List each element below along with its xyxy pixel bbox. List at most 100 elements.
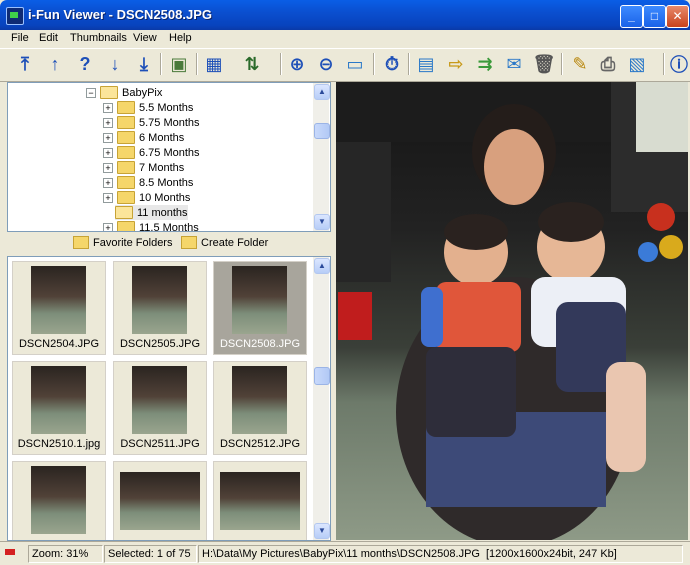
thumbnail-item[interactable]: DSCN2505.JPG bbox=[113, 261, 207, 355]
tree-node[interactable]: + 11.5 Months bbox=[103, 220, 199, 231]
status-zoom: Zoom: 31% bbox=[28, 545, 103, 563]
full-screen-icon[interactable]: ▤ bbox=[414, 52, 438, 76]
menu-edit[interactable]: Edit bbox=[39, 32, 58, 44]
thumbnail-item[interactable]: DSCN2504.JPG bbox=[12, 261, 106, 355]
thumbnail-item-selected[interactable]: DSCN2508.JPG bbox=[213, 261, 307, 355]
thumbnail-item[interactable] bbox=[213, 461, 307, 540]
window-title: i-Fun Viewer - DSCN2508.JPG bbox=[28, 7, 212, 22]
thumbnail-item[interactable]: DSCN2512.JPG bbox=[213, 361, 307, 455]
tree-node[interactable]: + 10 Months bbox=[103, 190, 190, 205]
view-mode-icon[interactable]: ▦ bbox=[202, 52, 226, 76]
help-icon[interactable]: ? bbox=[73, 52, 97, 76]
collapse-icon[interactable]: − bbox=[86, 87, 96, 98]
expand-icon[interactable]: + bbox=[103, 177, 113, 188]
menu-bar: File Edit Thumbnails View Help bbox=[0, 30, 690, 48]
tree-node[interactable]: + 6 Months bbox=[103, 130, 184, 145]
tree-scrollbar[interactable]: ▲ ▼ bbox=[313, 83, 330, 231]
maximize-icon[interactable]: □ bbox=[643, 5, 666, 28]
tree-node[interactable]: + 6.75 Months bbox=[103, 145, 200, 160]
expand-icon[interactable]: + bbox=[103, 192, 113, 203]
scroll-thumb[interactable] bbox=[314, 367, 330, 385]
thumbnail-image bbox=[132, 366, 187, 434]
menu-help[interactable]: Help bbox=[169, 32, 192, 44]
folder-open-icon bbox=[100, 86, 118, 99]
toolbar-separator bbox=[561, 53, 563, 75]
toolbar-separator bbox=[663, 53, 665, 75]
create-folder-button[interactable]: Create Folder bbox=[181, 236, 268, 249]
zoom-out-icon[interactable]: ⊖ bbox=[314, 52, 338, 76]
scroll-up-icon[interactable]: ▲ bbox=[314, 84, 330, 100]
expand-icon[interactable]: + bbox=[103, 222, 113, 231]
tree-node[interactable]: + 5.75 Months bbox=[103, 115, 200, 130]
thumbnail-item[interactable] bbox=[12, 461, 106, 540]
first-image-icon[interactable]: ⤒ bbox=[13, 52, 37, 76]
status-file-info: H:\Data\My Pictures\BabyPix\11 months\DS… bbox=[198, 545, 683, 563]
zoom-in-icon[interactable]: ⊕ bbox=[285, 52, 309, 76]
wallpaper-icon[interactable]: ▧ bbox=[625, 52, 649, 76]
expand-icon[interactable]: + bbox=[103, 147, 113, 158]
thumbnail-scrollbar[interactable]: ▲ ▼ bbox=[313, 257, 330, 540]
expand-icon[interactable]: + bbox=[103, 162, 113, 173]
create-folder-label: Create Folder bbox=[201, 236, 269, 249]
scroll-down-icon[interactable]: ▼ bbox=[314, 214, 330, 230]
scroll-thumb[interactable] bbox=[314, 123, 330, 139]
tree-node[interactable]: + 7 Months bbox=[103, 160, 184, 175]
close-icon[interactable]: ✕ bbox=[666, 5, 689, 28]
thumbnail-label: DSCN2505.JPG bbox=[119, 338, 201, 350]
email-icon[interactable]: ✉ bbox=[502, 52, 526, 76]
thumbnail-label: DSCN2508.JPG bbox=[219, 338, 301, 350]
next-image-icon[interactable]: ↓ bbox=[103, 52, 127, 76]
favorite-folder-icon bbox=[73, 236, 89, 249]
move-icon[interactable]: ⇨ bbox=[444, 52, 468, 76]
new-folder-icon bbox=[181, 236, 197, 249]
thumbnail-label: DSCN2504.JPG bbox=[18, 338, 100, 350]
thumbnail-item[interactable]: DSCN2511.JPG bbox=[113, 361, 207, 455]
thumbnail-item[interactable]: DSCN2510.1.jpg bbox=[12, 361, 106, 455]
edit-icon[interactable]: ✎ bbox=[568, 52, 592, 76]
image-preview[interactable] bbox=[336, 82, 688, 540]
fit-window-icon[interactable]: ▭ bbox=[343, 52, 367, 76]
toolbar-separator bbox=[408, 53, 410, 75]
tree-label: 8.5 Months bbox=[139, 176, 194, 189]
expand-icon[interactable]: + bbox=[103, 102, 113, 113]
previous-image-icon[interactable]: ↑ bbox=[43, 52, 67, 76]
thumbnail-item[interactable] bbox=[113, 461, 207, 540]
toolbar-separator bbox=[160, 53, 162, 75]
tree-label: 5.75 Months bbox=[139, 116, 200, 129]
menu-thumbnails[interactable]: Thumbnails bbox=[70, 32, 127, 44]
slideshow-icon[interactable]: ▣ bbox=[167, 52, 191, 76]
thumbnail-grid: DSCN2504.JPG DSCN2505.JPG DSCN2508.JPG D… bbox=[7, 256, 331, 541]
about-icon[interactable]: ⓘ bbox=[667, 52, 690, 76]
folder-icon bbox=[117, 221, 135, 231]
minimize-icon[interactable]: _ bbox=[620, 5, 643, 28]
folder-action-bar: Favorite Folders Create Folder bbox=[7, 232, 329, 254]
delete-icon[interactable]: 🗑 bbox=[532, 52, 556, 76]
tree-label: 7 Months bbox=[139, 161, 185, 174]
folder-icon bbox=[117, 176, 135, 189]
tree-node-selected[interactable]: 11 months bbox=[115, 205, 188, 220]
expand-icon[interactable]: + bbox=[103, 117, 113, 128]
tree-node-root[interactable]: − BabyPix bbox=[86, 85, 162, 100]
print-icon[interactable]: ⎙ bbox=[596, 52, 620, 76]
folder-icon bbox=[117, 161, 135, 174]
menu-file[interactable]: File bbox=[11, 32, 29, 44]
app-icon bbox=[6, 7, 24, 25]
tree-node[interactable]: + 8.5 Months bbox=[103, 175, 193, 190]
status-image-info: [1200x1600x24bit, 247 Kb] bbox=[485, 548, 617, 560]
folder-tree: − BabyPix + 5.5 Months + 5.75 Months + 6… bbox=[7, 82, 331, 232]
scroll-down-icon[interactable]: ▼ bbox=[314, 523, 330, 539]
copy-icon[interactable]: ⇉ bbox=[473, 52, 497, 76]
tree-node[interactable]: + 5.5 Months bbox=[103, 100, 193, 115]
menu-view[interactable]: View bbox=[133, 32, 157, 44]
favorite-folders-button[interactable]: Favorite Folders bbox=[73, 236, 172, 249]
expand-icon[interactable]: + bbox=[103, 132, 113, 143]
timer-icon[interactable]: ⏱ bbox=[380, 52, 404, 76]
tree-label: 5.5 Months bbox=[139, 101, 194, 114]
tree-label: 11 months bbox=[137, 206, 188, 219]
sort-icon[interactable]: ⇅ bbox=[240, 52, 264, 76]
thumbnail-image bbox=[31, 466, 86, 534]
status-selected: Selected: 1 of 75 bbox=[104, 545, 197, 563]
last-image-icon[interactable]: ⤓ bbox=[132, 52, 156, 76]
scroll-up-icon[interactable]: ▲ bbox=[314, 258, 330, 274]
toolbar-separator bbox=[373, 53, 375, 75]
